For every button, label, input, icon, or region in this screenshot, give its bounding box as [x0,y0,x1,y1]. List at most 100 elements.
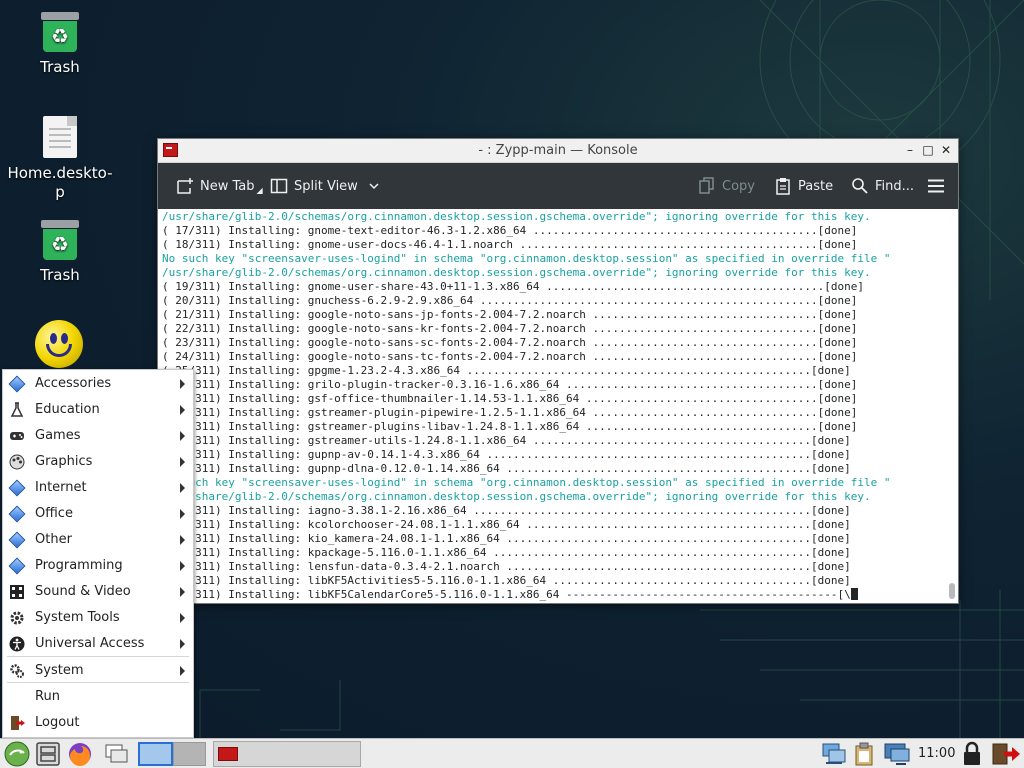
menu-item-logout[interactable]: Logout [3,710,193,736]
firefox-icon [69,743,91,766]
terminal-line: ( 27/311) Installing: gsf-office-thumbna… [162,392,858,405]
new-tab-button[interactable]: New Tab ◢ [176,163,263,209]
terminal-line: /usr/share/glib-2.0/schemas/org.cinnamon… [162,490,871,503]
menu-item-label: Sound & Video [35,584,131,599]
document-icon [43,116,77,158]
menu-item-label: System Tools [35,610,120,625]
office-icon [8,505,26,523]
terminal-line: No such key "screensaver-uses-logind" in… [162,252,891,265]
paste-button[interactable]: Paste [774,163,833,209]
desktop-icon-home-desktop[interactable]: Home.deskto-p [5,116,115,202]
terminal-line: ( 25/311) Installing: gpgme-1.23.2-4.3.x… [162,364,851,377]
menu-item-games[interactable]: Games [3,423,193,449]
menu-item-internet[interactable]: Internet [3,475,193,501]
submenu-arrow-icon [180,561,185,571]
hamburger-icon [928,179,944,193]
network-tray-icon[interactable] [820,741,850,767]
programming-icon [8,557,26,575]
hamburger-menu-button[interactable] [928,163,944,209]
dropdown-icon: ◢ [256,185,263,195]
menu-item-label: Logout [35,715,80,730]
clipboard-tray-icon[interactable] [852,741,878,767]
terminal-line: ( 26/311) Installing: grilo-plugin-track… [162,378,858,391]
terminal-line: ( 28/311) Installing: gstreamer-plugin-p… [162,406,858,419]
scrollbar-thumb[interactable] [949,583,955,599]
workspace-1[interactable] [138,742,173,766]
graphics-icon [9,454,25,470]
split-view-label: Split View [294,178,358,194]
menu-item-label: Graphics [35,454,93,469]
menu-item-other[interactable]: Other [3,527,193,553]
submenu-arrow-icon [180,666,185,676]
submenu-arrow-icon [180,379,185,389]
menu-item-office[interactable]: Office [3,501,193,527]
smiley-icon[interactable] [35,320,83,368]
terminal-line: ( 29/311) Installing: gstreamer-plugins-… [162,420,858,433]
desktop-icon-label: Trash [40,266,80,284]
submenu-arrow-icon [180,587,185,597]
terminal-line: ( 23/311) Installing: google-noto-sans-s… [162,336,858,349]
menu-item-accessories[interactable]: Accessories [3,371,193,397]
maximize-button[interactable]: □ [920,142,936,158]
menu-item-label: System [35,663,84,678]
start-menu-button[interactable] [2,741,32,767]
logout-button[interactable] [990,741,1022,767]
menu-item-system-tools[interactable]: System Tools [3,605,193,631]
menu-item-label: Office [35,506,73,521]
menu-item-programming[interactable]: Programming [3,553,193,579]
application-menu: Accessories Education Games Graphics Interne… [2,369,194,738]
menu-item-education[interactable]: Education [3,397,193,423]
monitor-icon [884,743,910,765]
system-icon [9,663,25,679]
menu-item-label: Education [35,402,100,417]
menu-item-system[interactable]: System [3,658,193,684]
terminal-line: /usr/share/glib-2.0/schemas/org.cinnamon… [162,210,871,223]
terminal-scrollbar[interactable] [946,210,958,603]
terminal-line: ( 24/311) Installing: google-noto-sans-t… [162,350,858,363]
show-desktop-button[interactable] [102,741,132,767]
terminal-line-current: ( 39/311) Installing: libKF5CalendarCore… [162,588,946,602]
terminal-line: No such key "screensaver-uses-logind" in… [162,476,891,489]
window-titlebar[interactable]: - : Zypp-main — Konsole – □ ✕ [158,139,958,163]
terminal-line: ( 17/311) Installing: gnome-text-editor-… [162,224,858,237]
desktop-icon-label: Home.deskto-p [7,164,113,201]
split-view-button[interactable]: Split View [270,163,380,209]
menu-item-graphics[interactable]: Graphics [3,449,193,475]
menu-separator [7,656,189,657]
menu-item-label: Accessories [35,376,112,391]
submenu-arrow-icon [180,613,185,623]
copy-button[interactable]: Copy [698,163,755,209]
clock[interactable]: 11:00 [918,746,955,761]
menu-item-sound-video[interactable]: Sound & Video [3,579,193,605]
desktop-icon-trash[interactable]: ♻ Trash [5,12,115,77]
minimize-button[interactable]: – [902,142,918,158]
terminal-line: ( 20/311) Installing: gnuchess-6.2.9-2.9… [162,294,858,307]
desktop-icon-trash-2[interactable]: ♻ Trash [5,220,115,285]
menu-item-universal-access[interactable]: Universal Access [3,631,193,657]
close-button[interactable]: ✕ [938,142,954,158]
find-button[interactable]: Find... [851,163,914,209]
copy-label: Copy [722,178,755,194]
accessories-icon [8,375,26,393]
file-cabinet-launcher[interactable] [35,741,63,767]
menu-item-label: Other [35,532,72,547]
menu-item-run[interactable]: Run [3,684,193,710]
workspace-switcher[interactable] [138,741,208,767]
firefox-launcher[interactable] [66,741,96,767]
submenu-arrow-icon [180,483,185,493]
konsole-window[interactable]: - : Zypp-main — Konsole – □ ✕ New Tab ◢ … [157,138,959,604]
taskbar: 11:00 [0,738,1024,768]
file-cabinet-icon [36,742,60,766]
internet-icon [8,479,26,497]
terminal-output[interactable]: /usr/share/glib-2.0/schemas/org.cinnamon… [158,210,946,603]
trash-icon: ♻ [41,220,79,260]
workspace-2[interactable] [173,742,206,766]
taskbar-konsole-button[interactable] [213,741,361,767]
terminal-cursor [850,588,858,600]
lock-screen-button[interactable] [960,741,986,767]
display-tray-icon[interactable] [882,741,912,767]
menu-item-label: Programming [35,558,123,573]
trash-icon: ♻ [41,12,79,52]
window-title: - : Zypp-main — Konsole [478,143,638,158]
konsole-toolbar: New Tab ◢ Split View Copy Paste Find... [158,163,958,209]
